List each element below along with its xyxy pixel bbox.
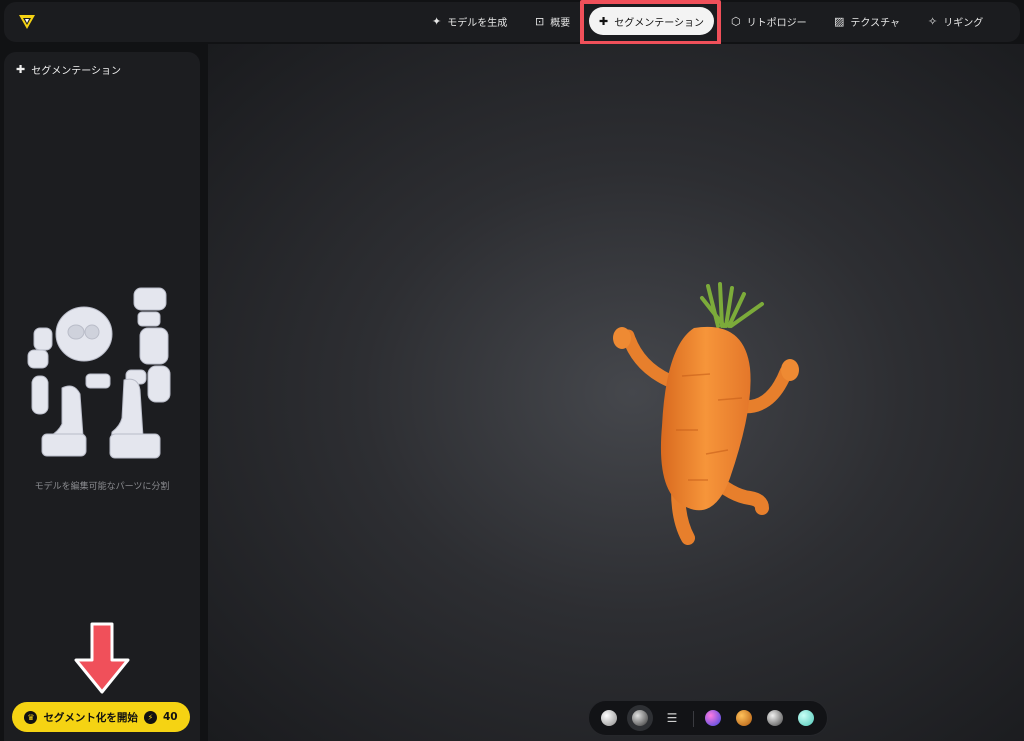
gray-sphere-icon[interactable] [767, 710, 783, 726]
nav-overview-label: 概要 [550, 17, 571, 29]
figure-icon: ✧ [928, 14, 938, 28]
highlight-annotation-box [580, 0, 721, 45]
nav-rigging-label: リギング [943, 17, 984, 29]
sparkle-icon: ✦ [432, 14, 442, 28]
crown-icon: ♛ [24, 710, 38, 724]
teal-sphere-icon[interactable] [798, 710, 814, 726]
toolbar-divider [693, 711, 694, 727]
sliders-icon[interactable]: ☰ [664, 710, 680, 726]
diagonal-stripes-icon: ▨ [834, 14, 845, 28]
start-segmentation-label: セグメント化を開始 [43, 711, 138, 724]
orange-sphere-icon[interactable] [736, 710, 752, 726]
focus-frame-icon: ⊡ [535, 14, 545, 28]
panel-title: ✚ セグメンテーション [16, 62, 121, 77]
viewport-toolbar: ☰ [588, 700, 828, 736]
segmented-parts-illustration [27, 287, 171, 459]
purple-sphere-icon[interactable] [705, 710, 721, 726]
white-sphere-icon[interactable] [601, 710, 617, 726]
credit-cost: 40 [162, 711, 178, 723]
nav-rigging[interactable]: ✧ リギング [928, 7, 983, 35]
nav-generate-model[interactable]: ✦ モデルを生成 [432, 7, 507, 35]
app-logo-icon[interactable] [18, 13, 36, 31]
nav-generate-label: モデルを生成 [447, 17, 508, 29]
nav-retopology[interactable]: ⬡ リトポロジー [731, 7, 807, 35]
dark-sphere-icon[interactable] [632, 710, 648, 726]
hexagon-mesh-icon: ⬡ [731, 14, 741, 28]
carrot-character-model[interactable] [598, 280, 804, 552]
start-segmentation-button[interactable]: ♛ セグメント化を開始 ⚡ 40 [12, 702, 190, 732]
nav-overview[interactable]: ⊡ 概要 [535, 7, 570, 35]
panel-title-label: セグメンテーション [31, 66, 122, 77]
panel-caption: モデルを編集可能なパーツに分割 [34, 482, 170, 492]
nav-retopology-label: リトポロジー [746, 17, 807, 29]
down-arrow-annotation [74, 622, 130, 694]
credit-icon: ⚡ [143, 710, 157, 724]
nav-texture[interactable]: ▨ テクスチャ [834, 7, 900, 35]
puzzle-icon: ✚ [16, 63, 26, 76]
nav-texture-label: テクスチャ [850, 17, 901, 29]
